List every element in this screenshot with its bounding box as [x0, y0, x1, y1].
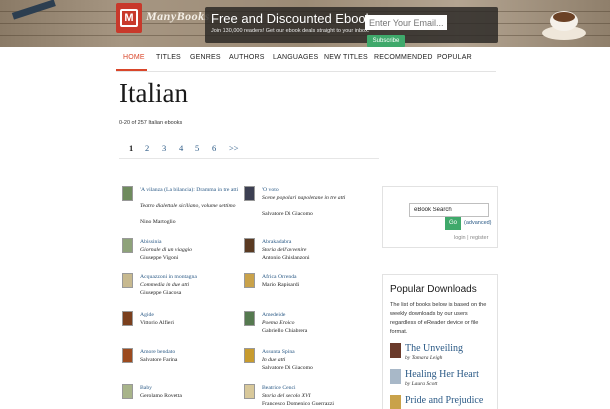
book-title[interactable]: Baby	[140, 384, 245, 392]
page-title: Italian	[119, 78, 188, 108]
book-title[interactable]: Assunta Spina	[262, 348, 367, 356]
site-header: M ManyBooks Free and Discounted Ebooks J…	[0, 0, 610, 47]
book-author: Vittorio Alfieri	[140, 320, 174, 326]
newsletter-signup: Free and Discounted Ebooks Join 130,000 …	[205, 7, 498, 47]
book-title[interactable]: Amedeide	[262, 311, 367, 319]
popular-downloads-panel: Popular Downloads The list of books belo…	[382, 274, 498, 409]
book-cover[interactable]	[122, 348, 133, 363]
book-author: Salvatore Di Giacomo	[262, 365, 313, 371]
page-link-4[interactable]: 4	[179, 143, 183, 153]
popular-downloads-title: Popular Downloads	[390, 284, 477, 295]
nav-genres[interactable]: GENRES	[190, 54, 221, 61]
logo-text[interactable]: ManyBooks	[146, 9, 210, 24]
book-subtitle: Scene popolari napoletane in tre atti	[262, 195, 346, 201]
logo-icon[interactable]: M	[116, 3, 142, 33]
book-subtitle: Commedia in due atti	[140, 282, 190, 288]
book-title[interactable]: Beatrice Cenci	[262, 384, 367, 392]
book-author: Antonio Ghislanzoni	[262, 255, 310, 261]
book-title[interactable]: Abrakadabra	[262, 238, 367, 246]
login-register-links[interactable]: login | register	[454, 235, 488, 241]
book-author: Giuseppe Vigoni	[140, 255, 179, 261]
book-author: Nino Martoglio	[140, 219, 176, 225]
pagination-divider	[119, 158, 379, 159]
book-cover[interactable]	[244, 186, 255, 201]
book-author: Mario Rapisardi	[262, 282, 300, 288]
nav-divider	[116, 71, 496, 72]
nav-home[interactable]: HOME	[123, 54, 145, 61]
page-link-next[interactable]: >>	[229, 143, 239, 153]
subscribe-button[interactable]: Subscribe	[367, 35, 405, 47]
email-input[interactable]	[365, 15, 447, 30]
results-count: 0-20 of 257 Italian ebooks	[119, 120, 183, 126]
book-cover[interactable]	[122, 384, 133, 399]
book-cover[interactable]	[122, 311, 133, 326]
search-input[interactable]	[409, 203, 489, 217]
nav-titles[interactable]: TITLES	[156, 54, 181, 61]
book-cover[interactable]	[244, 348, 255, 363]
coffee-cup-decoration-icon	[542, 11, 586, 40]
pencil-decoration-icon	[11, 0, 59, 20]
page-link-2[interactable]: 2	[145, 143, 149, 153]
book-title[interactable]: Agide	[140, 311, 245, 319]
nav-recommended[interactable]: RECOMMENDED	[374, 54, 433, 61]
book-title[interactable]: 'A vilanza (La bilancia): Dramma in tre …	[140, 186, 245, 194]
book-title[interactable]: Abissinia	[140, 238, 245, 246]
page-link-3[interactable]: 3	[162, 143, 166, 153]
book-author: Salvatore Farina	[140, 357, 178, 363]
page-link-5[interactable]: 5	[195, 143, 199, 153]
nav-popular[interactable]: POPULAR	[437, 54, 472, 61]
popular-book-author: by Tamara Leigh	[405, 355, 443, 361]
book-author: Gabriello Chiabrera	[262, 328, 308, 334]
book-author: Giuseppe Giacosa	[140, 290, 182, 296]
book-subtitle: Storia del secolo XVI	[262, 393, 311, 399]
book-cover[interactable]	[122, 273, 133, 288]
nav-authors[interactable]: AUTHORS	[229, 54, 265, 61]
advanced-search-link[interactable]: (advanced)	[464, 220, 492, 226]
book-cover[interactable]	[122, 186, 133, 201]
book-subtitle: Giornale di un viaggio	[140, 247, 192, 253]
book-subtitle: Teatro dialettale siciliano, volume sett…	[140, 203, 236, 209]
book-author: Gerolamo Rovetta	[140, 393, 182, 399]
book-cover[interactable]	[244, 238, 255, 253]
popular-book-title[interactable]: Pride and Prejudice	[405, 395, 483, 406]
search-go-button[interactable]: Go	[445, 217, 461, 230]
popular-book-cover[interactable]	[390, 343, 401, 358]
book-title[interactable]: Africa Orrenda	[262, 273, 367, 281]
book-subtitle: In due atti	[262, 357, 286, 363]
book-cover[interactable]	[244, 311, 255, 326]
book-title[interactable]: Acquazzoni in montagna	[140, 273, 245, 281]
book-subtitle: Storia dell'avvenire	[262, 247, 307, 253]
book-subtitle: Poema Eroico	[262, 320, 295, 326]
book-cover[interactable]	[122, 238, 133, 253]
book-title[interactable]: 'O voto	[262, 186, 367, 194]
book-cover[interactable]	[244, 273, 255, 288]
signup-title: Free and Discounted Ebooks	[211, 11, 379, 26]
book-author: Salvatore Di Giacomo	[262, 211, 313, 217]
popular-downloads-description: The list of books below is based on the …	[390, 302, 487, 335]
page-link-6[interactable]: 6	[212, 143, 216, 153]
search-panel: Go (advanced) login | register	[382, 186, 498, 248]
popular-book-title[interactable]: Healing Her Heart	[405, 369, 479, 380]
book-title[interactable]: Amore bendato	[140, 348, 245, 356]
popular-book-title[interactable]: The Unveiling	[405, 343, 463, 354]
popular-book-author: by Laura Scott	[405, 381, 438, 387]
nav-new-titles[interactable]: NEW TITLES	[324, 54, 368, 61]
signup-subtitle: Join 130,000 readers! Get our ebook deal…	[211, 28, 370, 34]
book-author: Francesco Domenico Guerrazzi	[262, 401, 335, 407]
book-cover[interactable]	[244, 384, 255, 399]
popular-book-cover[interactable]	[390, 369, 401, 384]
popular-book-cover[interactable]	[390, 395, 401, 409]
nav-languages[interactable]: LANGUAGES	[273, 54, 318, 61]
main-nav: HOME TITLES GENRES AUTHORS LANGUAGES NEW…	[116, 47, 496, 71]
page-link-1[interactable]: 1	[129, 143, 133, 153]
